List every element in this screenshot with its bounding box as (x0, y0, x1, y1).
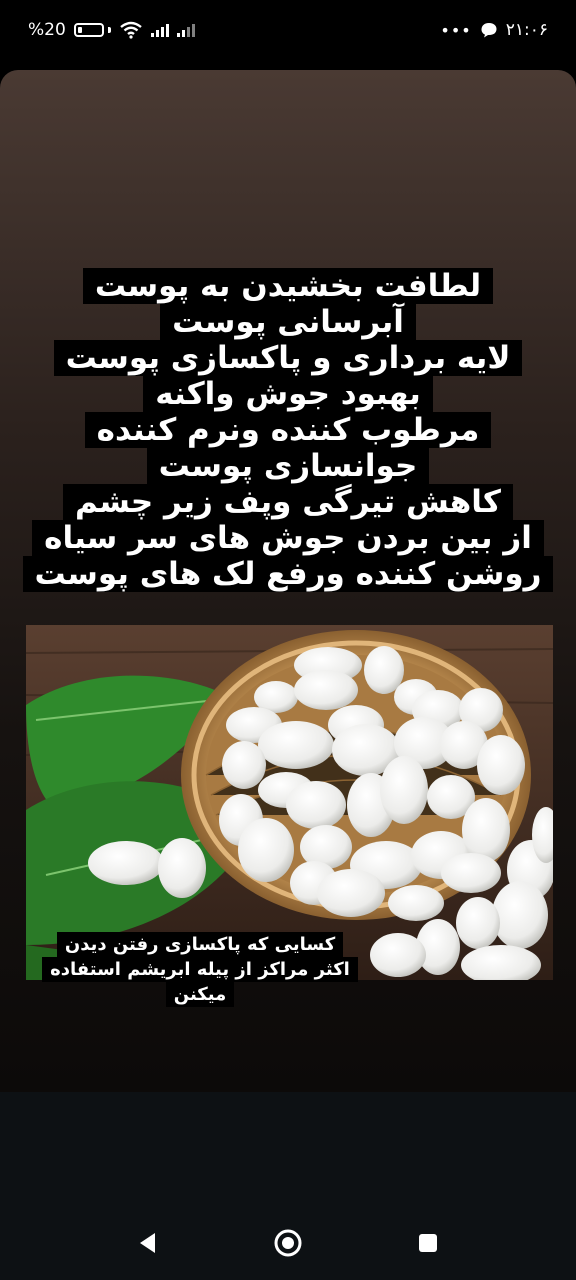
benefit-line: آبرسانی پوست (160, 304, 416, 340)
caption-line: اکثر مراکز از پیله ابریشم استفاده (42, 957, 358, 982)
battery-icon (73, 23, 111, 37)
benefit-line: لایه برداری و پاکسازی پوست (53, 340, 523, 376)
back-button[interactable] (128, 1223, 168, 1263)
caption-line: کسایی که پاکسازی رفتن دیدن (56, 932, 344, 957)
benefit-line: کاهش تیرگی وپف زیر چشم (63, 484, 513, 520)
benefit-line: جوانسازی پوست (146, 448, 430, 484)
signal-icon-2 (176, 23, 195, 37)
status-right: ••• ۲۱:۰۶ (440, 20, 548, 40)
home-button[interactable] (268, 1223, 308, 1263)
benefit-line: روشن کننده ورفع لک های پوست (22, 556, 554, 592)
status-bar: %20 ••• ۲۱:۰۶ (0, 0, 576, 60)
status-left: %20 (28, 20, 195, 40)
silk-cocoon-photo (26, 625, 553, 980)
benefit-line: مرطوب کننده ونرم کننده (84, 412, 492, 448)
caption-line: میکنن (165, 982, 235, 1007)
benefit-line: از بین بردن جوش های سر سیاه (32, 520, 544, 556)
benefit-line: لطافت بخشیدن به پوست (82, 268, 494, 304)
overflow-dots: ••• (440, 20, 472, 40)
caption-text: کسایی که پاکسازی رفتن دیدن اکثر مراکز از… (30, 932, 370, 1007)
wifi-icon (120, 21, 142, 39)
story-post: لطافت بخشیدن به پوست آبرسانی پوست لایه ب… (0, 70, 576, 1092)
back-icon (140, 1232, 155, 1253)
battery-level (77, 27, 82, 33)
navigation-bar (0, 1205, 576, 1280)
clock: ۲۱:۰۶ (505, 20, 548, 40)
home-icon (274, 1229, 302, 1256)
recents-icon (419, 1233, 437, 1252)
battery-percent: %20 (28, 20, 66, 40)
message-icon (481, 23, 497, 38)
recents-button[interactable] (408, 1223, 448, 1263)
benefit-line: بهبود جوش واکنه (143, 376, 433, 412)
benefits-text: لطافت بخشیدن به پوست آبرسانی پوست لایه ب… (0, 268, 576, 592)
signal-icon (150, 23, 169, 37)
